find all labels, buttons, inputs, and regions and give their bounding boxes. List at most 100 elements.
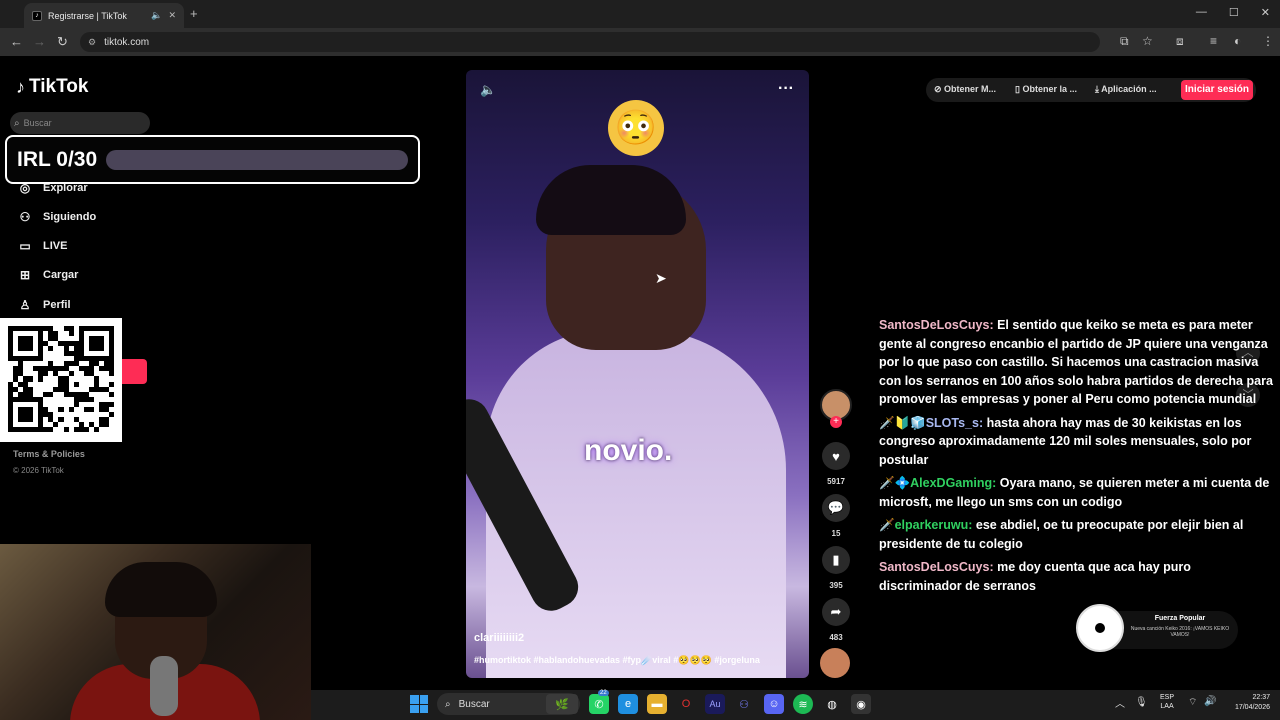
language-indicator[interactable]: ESP LAA — [1160, 693, 1174, 711]
comment-icon[interactable]: 💬 — [822, 494, 850, 522]
more-options-icon[interactable]: ··· — [778, 80, 794, 98]
audition-icon[interactable]: Au — [705, 694, 725, 714]
like-heart-icon[interactable]: ♥ — [822, 442, 850, 470]
video-caption: novio. — [584, 434, 673, 467]
discord-icon[interactable]: ☺ — [764, 694, 784, 714]
nav-label: Perfil — [43, 299, 71, 311]
menu-kebab-icon[interactable]: ⋮ — [1262, 34, 1274, 48]
new-tab-button[interactable]: + — [190, 6, 198, 21]
users-icon: ⚇ — [19, 210, 31, 224]
tiktok-logo[interactable]: ♪ TikTok — [16, 76, 88, 98]
nav-item-cargar[interactable]: ⊞ Cargar — [16, 268, 79, 282]
whatsapp-icon[interactable]: ✆ — [589, 694, 609, 714]
search-icon: ⌕ — [445, 698, 451, 710]
obs-icon[interactable]: ◍ — [822, 694, 842, 714]
lang-top: ESP — [1160, 694, 1175, 701]
desktop-app-button[interactable]: ⤓ Aplicación ... — [1095, 84, 1157, 95]
nav-label: Cargar — [43, 269, 79, 281]
nav-item-live[interactable]: ▭ LIVE — [16, 239, 67, 253]
chat-message: 🗡️elparkeruwu: ese abdiel, oe tu preocup… — [879, 516, 1275, 553]
chat-badges: 🗡️ — [879, 518, 895, 532]
speaker-icon[interactable]: 🔈 — [151, 10, 162, 21]
qr-code-pattern — [8, 326, 114, 432]
login-button-partial[interactable] — [122, 359, 147, 384]
desktop-app-label: Aplicación ... — [1101, 84, 1157, 94]
streamer-microphone — [150, 656, 178, 716]
login-button[interactable]: Iniciar sesión — [1181, 80, 1253, 100]
bookmark-icon[interactable]: ▮ — [822, 546, 850, 574]
live-icon: ▭ — [19, 239, 31, 253]
chat-username: SantosDeLosCuys: — [879, 560, 994, 574]
nav-item-siguiendo[interactable]: ⚇ Siguiendo — [16, 210, 97, 224]
tray-chevron-icon[interactable]: ︿ — [1115, 695, 1125, 710]
nav-item-perfil[interactable]: ♙ Perfil — [16, 298, 71, 312]
wifi-icon[interactable]: ⌔ — [1188, 696, 1197, 709]
address-bar[interactable]: ⚙ tiktok.com — [80, 32, 1100, 52]
lang-bottom: LAA — [1160, 703, 1174, 710]
irl-goal-overlay: IRL 0/30 — [5, 135, 420, 184]
file-explorer-icon[interactable]: ▬ — [647, 694, 667, 714]
qr-code — [0, 318, 122, 442]
like-count: 5917 — [827, 477, 845, 486]
edge-icon[interactable]: e — [618, 694, 638, 714]
bookmark-star-icon[interactable]: ☆ — [1142, 34, 1153, 48]
streamer-hair — [105, 562, 217, 617]
taskbar-search-label: Buscar — [458, 698, 490, 710]
chat-message: 🗡️🔰🧊SLOTs_s: hasta ahora hay mas de 30 k… — [879, 414, 1275, 470]
video-player[interactable]: 🔈 ··· 😳 novio. clariiiiiiii2 #humortikto… — [466, 70, 809, 678]
follow-plus-icon[interactable]: + — [830, 416, 842, 428]
chat-message: SantosDeLosCuys: me doy cuenta que aca h… — [879, 558, 1275, 595]
reload-icon[interactable]: ↻ — [57, 34, 68, 50]
chat-username: SantosDeLosCuys: — [879, 318, 994, 332]
close-tab-icon[interactable]: ✕ — [168, 10, 176, 21]
coin-icon: ⊘ — [934, 84, 945, 94]
terms-link[interactable]: Terms & Policies — [13, 449, 85, 459]
spotify-icon[interactable]: ≋ — [793, 694, 813, 714]
comment-count: 15 — [831, 529, 841, 538]
chat-message: SantosDeLosCuys: El sentido que keiko se… — [879, 316, 1275, 409]
profile-avatar-icon[interactable]: ◐ — [1234, 34, 1241, 48]
sound-avatar[interactable] — [820, 648, 850, 678]
extensions-icon[interactable]: ⧈ — [1176, 34, 1184, 49]
forward-icon[interactable]: → — [33, 34, 46, 49]
teams-icon[interactable]: ⚇ — [734, 694, 754, 714]
tiktok-note-icon: ♪ — [16, 76, 25, 97]
nav-label: Siguiendo — [43, 211, 97, 223]
search-placeholder: Buscar — [23, 118, 52, 128]
tab-title: Registrarse | TikTok — [48, 10, 127, 21]
flushed-emoji: 😳 — [608, 100, 664, 156]
microphone-icon[interactable]: 🎙 — [1135, 697, 1148, 708]
tiktok-favicon: ♪ — [32, 10, 42, 21]
copyright-text: © 2026 TikTok — [13, 466, 64, 475]
close-window-button[interactable]: ✕ — [1261, 6, 1270, 19]
back-icon[interactable]: ← — [10, 34, 23, 49]
chat-badges: 🗡️🔰🧊 — [879, 415, 926, 430]
opera-icon[interactable]: O — [676, 694, 696, 714]
get-coins-button[interactable]: ⊘ Obtener M... — [934, 84, 996, 95]
reading-list-icon[interactable]: ≡ — [1210, 34, 1217, 48]
irl-goal-label: IRL 0/30 — [17, 147, 98, 171]
get-app-button[interactable]: ▯ Obtener la ... — [1015, 84, 1077, 95]
browser-tab[interactable]: ♪ Registrarse | TikTok 🔈 ✕ — [24, 3, 184, 28]
search-icon: ⌕ — [14, 117, 20, 129]
search-input[interactable]: ⌕ Buscar — [10, 112, 150, 134]
video-hashtags[interactable]: #humortiktok #hablandohuevadas #fyp☄️vir… — [474, 655, 760, 666]
site-info-icon[interactable]: ⚙ — [88, 37, 96, 48]
taskbar-clock[interactable]: 22:37 17/04/2026 — [1222, 693, 1270, 713]
chrome-icon[interactable]: ◉ — [851, 694, 871, 714]
mouse-cursor-icon: ➤ — [655, 270, 667, 286]
window-controls: — ☐ ✕ — [1196, 6, 1270, 19]
maximize-button[interactable]: ☐ — [1229, 6, 1239, 19]
search-highlight-icon[interactable]: 🌿 — [546, 694, 578, 714]
minimize-button[interactable]: — — [1196, 6, 1207, 19]
person-icon: ♙ — [19, 298, 31, 312]
volume-icon[interactable]: 🔊 — [1204, 696, 1216, 707]
video-username[interactable]: clariiiiiiii2 — [474, 632, 524, 644]
webcam-overlay — [0, 544, 311, 720]
windows-start-icon[interactable] — [410, 695, 428, 713]
chat-username: AlexDGaming: — [910, 476, 997, 490]
share-arrow-icon[interactable]: ➦ — [822, 598, 850, 626]
install-icon[interactable]: ⧉ — [1120, 34, 1129, 49]
logo-text: TikTok — [29, 76, 89, 97]
mute-icon[interactable]: 🔈 — [480, 82, 496, 98]
